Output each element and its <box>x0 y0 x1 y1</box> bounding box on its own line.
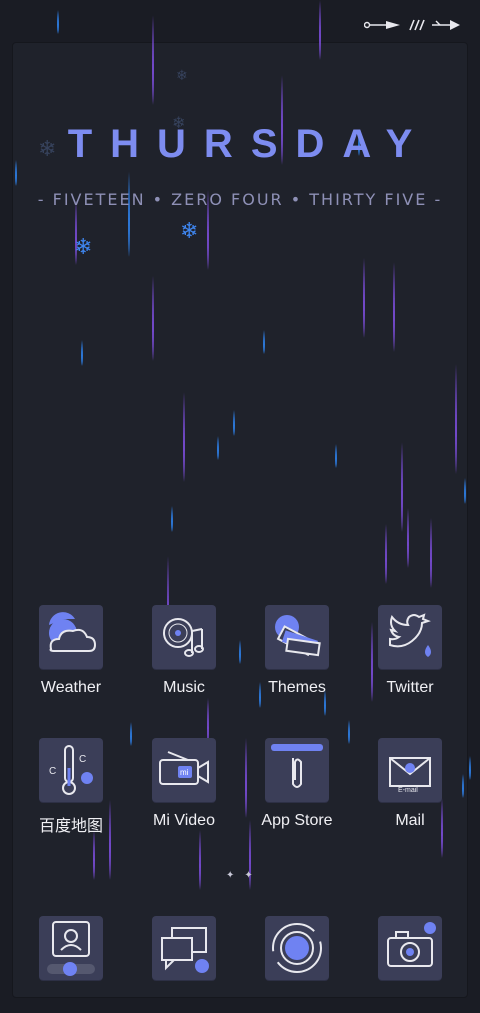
app-music[interactable]: Music <box>134 605 234 697</box>
messages-icon <box>152 916 216 980</box>
app-label: 百度地图 <box>38 818 103 835</box>
dock-messages[interactable] <box>134 916 234 980</box>
twitter-bird-icon <box>378 605 442 669</box>
app-mail[interactable]: E-mail Mail <box>360 738 460 830</box>
mail-envelope-icon: E-mail <box>378 738 442 802</box>
signal-slashes-icon <box>409 19 425 31</box>
snowflake-icon: ❄ <box>176 67 188 83</box>
home-screen-frame <box>12 42 468 998</box>
app-label: Themes <box>268 679 326 696</box>
svg-text:mi: mi <box>180 768 189 777</box>
time-in-words: - FIVETEEN • ZERO FOUR • THIRTY FIVE - <box>37 190 443 209</box>
paperclip-store-icon <box>265 738 329 802</box>
app-label: Weather <box>40 679 102 696</box>
arrow-right-icon <box>432 20 460 30</box>
weekday-text: THURSDAY <box>67 122 431 166</box>
camera-icon <box>378 916 442 980</box>
music-disc-icon <box>152 605 216 669</box>
app-weather[interactable]: Weather <box>21 605 121 697</box>
snowflake-icon: ❄ <box>180 218 199 243</box>
app-app-store[interactable]: App Store <box>247 738 347 830</box>
connector-arrow-icon <box>364 21 400 29</box>
theme-swatches-icon <box>265 605 329 669</box>
dock-browser[interactable] <box>247 916 347 980</box>
page-indicator[interactable]: ✦✦ <box>226 870 263 881</box>
rain-streak <box>57 10 59 34</box>
app-label: Twitter <box>386 679 434 696</box>
svg-text:E-mail: E-mail <box>398 787 418 794</box>
browser-ring-icon <box>265 916 329 980</box>
app-baidu-map[interactable]: C C 百度地图 <box>21 738 121 836</box>
dock-contacts[interactable] <box>21 916 121 980</box>
rain-streak <box>469 756 471 780</box>
app-label: App Store <box>261 812 333 829</box>
dock-camera[interactable] <box>360 916 460 980</box>
cloud-icon <box>39 605 103 669</box>
app-label: Music <box>163 679 205 696</box>
baidu-map-icon: C C <box>39 738 103 802</box>
app-twitter[interactable]: Twitter <box>360 605 460 697</box>
svg-text:C: C <box>79 754 86 765</box>
video-camera-icon: mi <box>152 738 216 802</box>
status-bar <box>364 14 464 36</box>
svg-text:C: C <box>49 766 56 777</box>
contacts-icon <box>39 916 103 980</box>
app-mi-video[interactable]: mi Mi Video <box>134 738 234 830</box>
app-themes[interactable]: Themes <box>247 605 347 697</box>
app-label: Mail <box>395 812 425 829</box>
app-label: Mi Video <box>153 812 215 829</box>
snowflake-icon: ❄ <box>74 234 93 259</box>
